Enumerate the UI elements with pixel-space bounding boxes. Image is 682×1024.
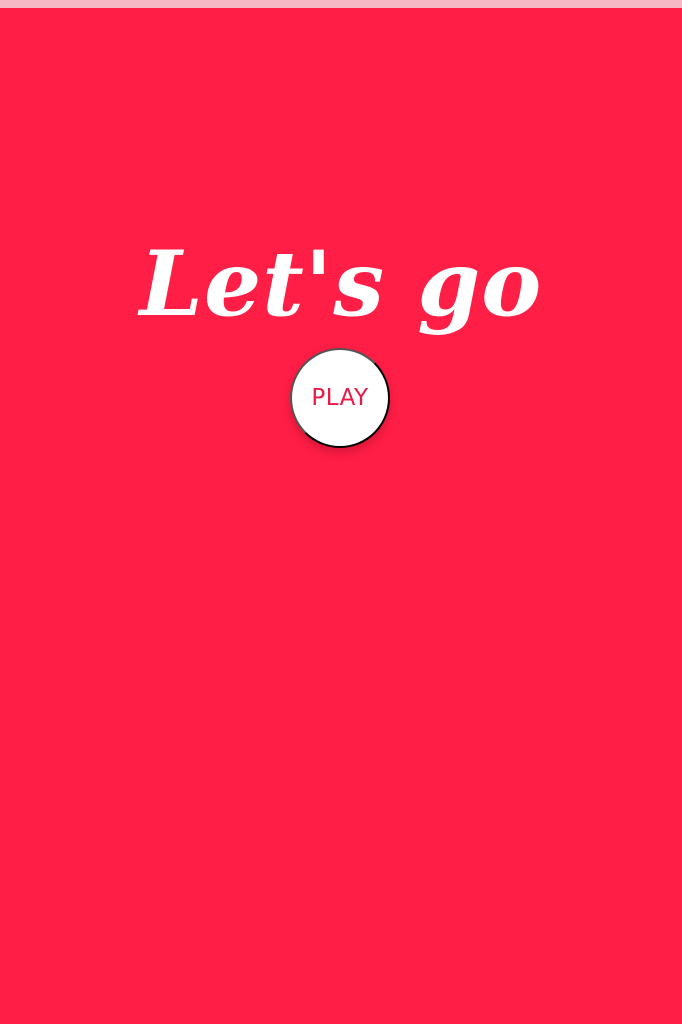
play-button[interactable]: PLAY [290,348,390,448]
start-screen: Let's go PLAY [0,8,682,1024]
page-title: Let's go [139,231,543,338]
status-bar-strip [0,0,682,8]
